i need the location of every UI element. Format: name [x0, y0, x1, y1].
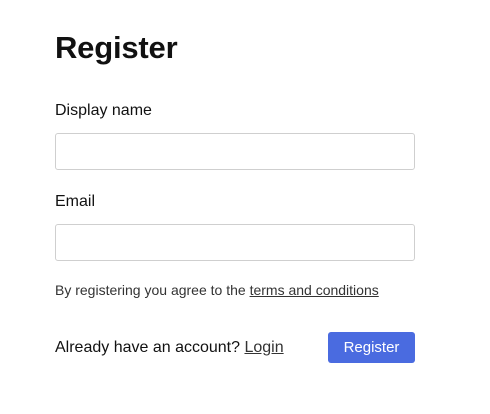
login-link[interactable]: Login	[244, 339, 283, 356]
terms-prefix: By registering you agree to the	[55, 282, 250, 298]
register-form: Register Display name Email By registeri…	[55, 28, 415, 363]
login-prompt: Already have an account? Login	[55, 338, 284, 358]
page-title: Register	[55, 30, 178, 65]
display-name-label: Display name	[55, 102, 152, 119]
terms-link[interactable]: terms and conditions	[250, 282, 379, 298]
form-footer: Already have an account? Login Register	[55, 332, 415, 363]
terms-notice: By registering you agree to the terms an…	[55, 281, 415, 299]
email-input[interactable]	[55, 224, 415, 261]
register-button[interactable]: Register	[328, 332, 415, 363]
login-prompt-text: Already have an account?	[55, 338, 245, 356]
display-name-input[interactable]	[55, 133, 415, 170]
email-label: Email	[55, 193, 96, 210]
